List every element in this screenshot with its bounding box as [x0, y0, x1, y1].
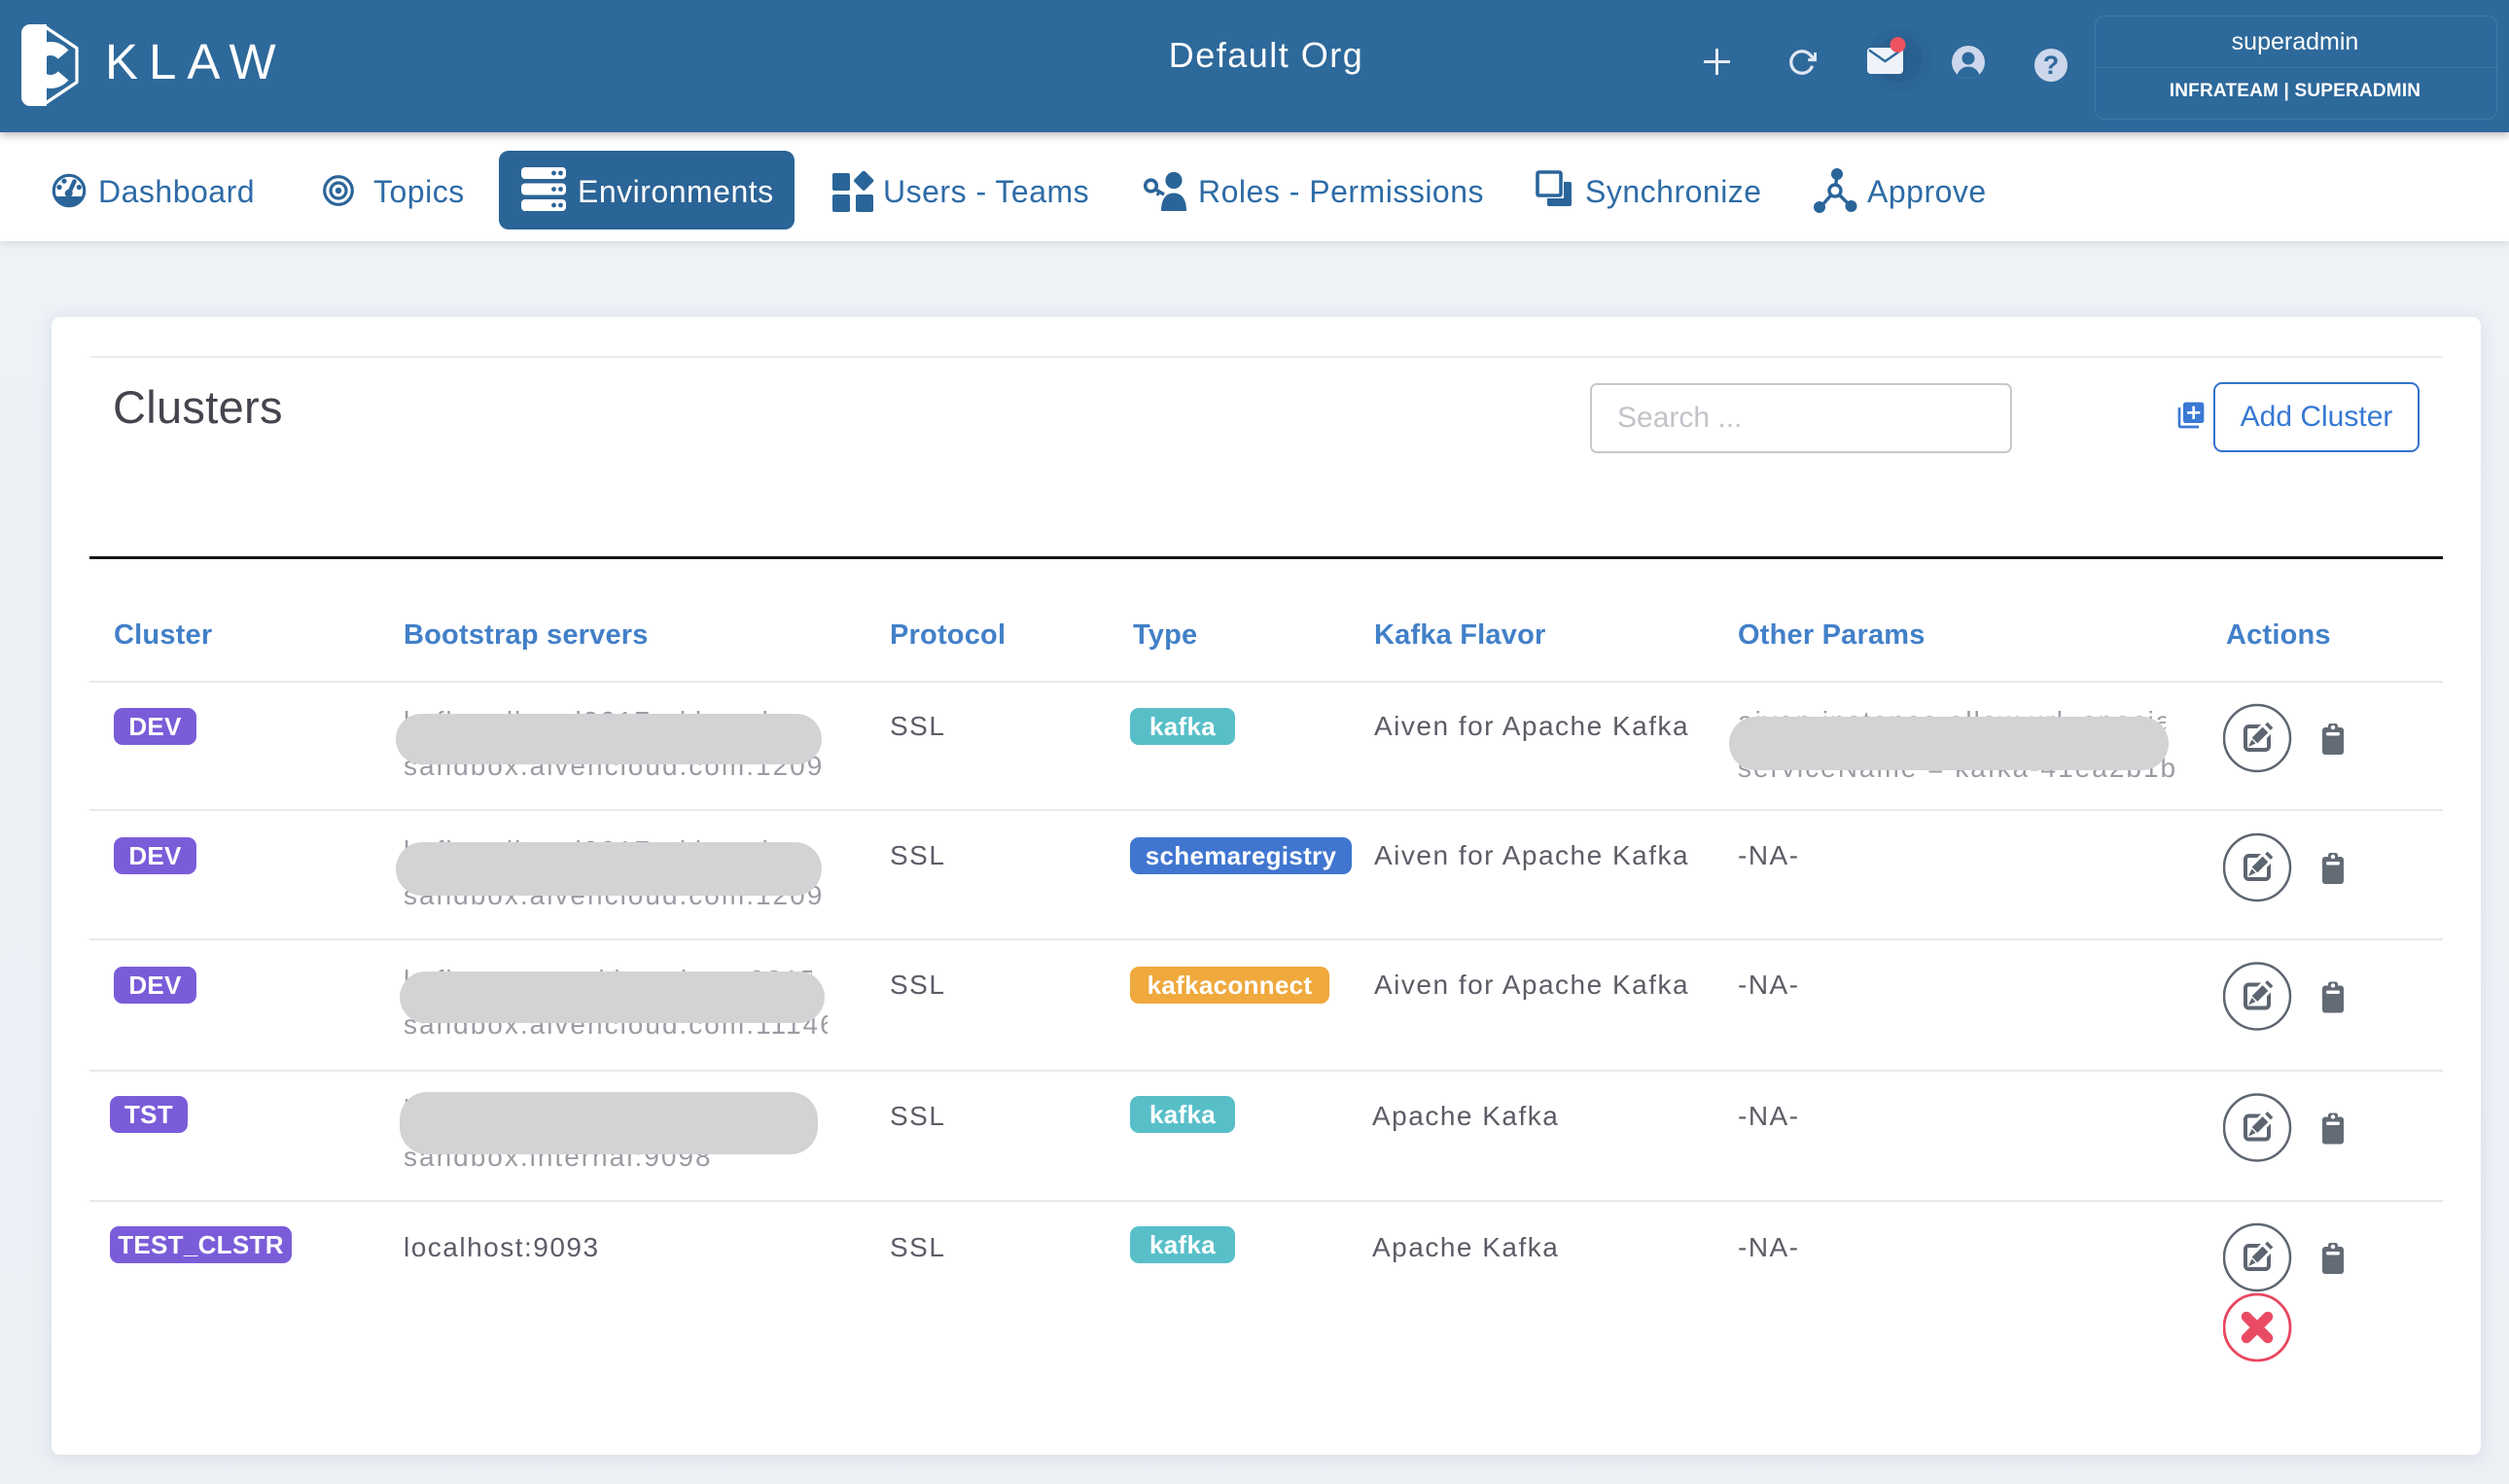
svg-text:?: ?	[2043, 51, 2060, 80]
